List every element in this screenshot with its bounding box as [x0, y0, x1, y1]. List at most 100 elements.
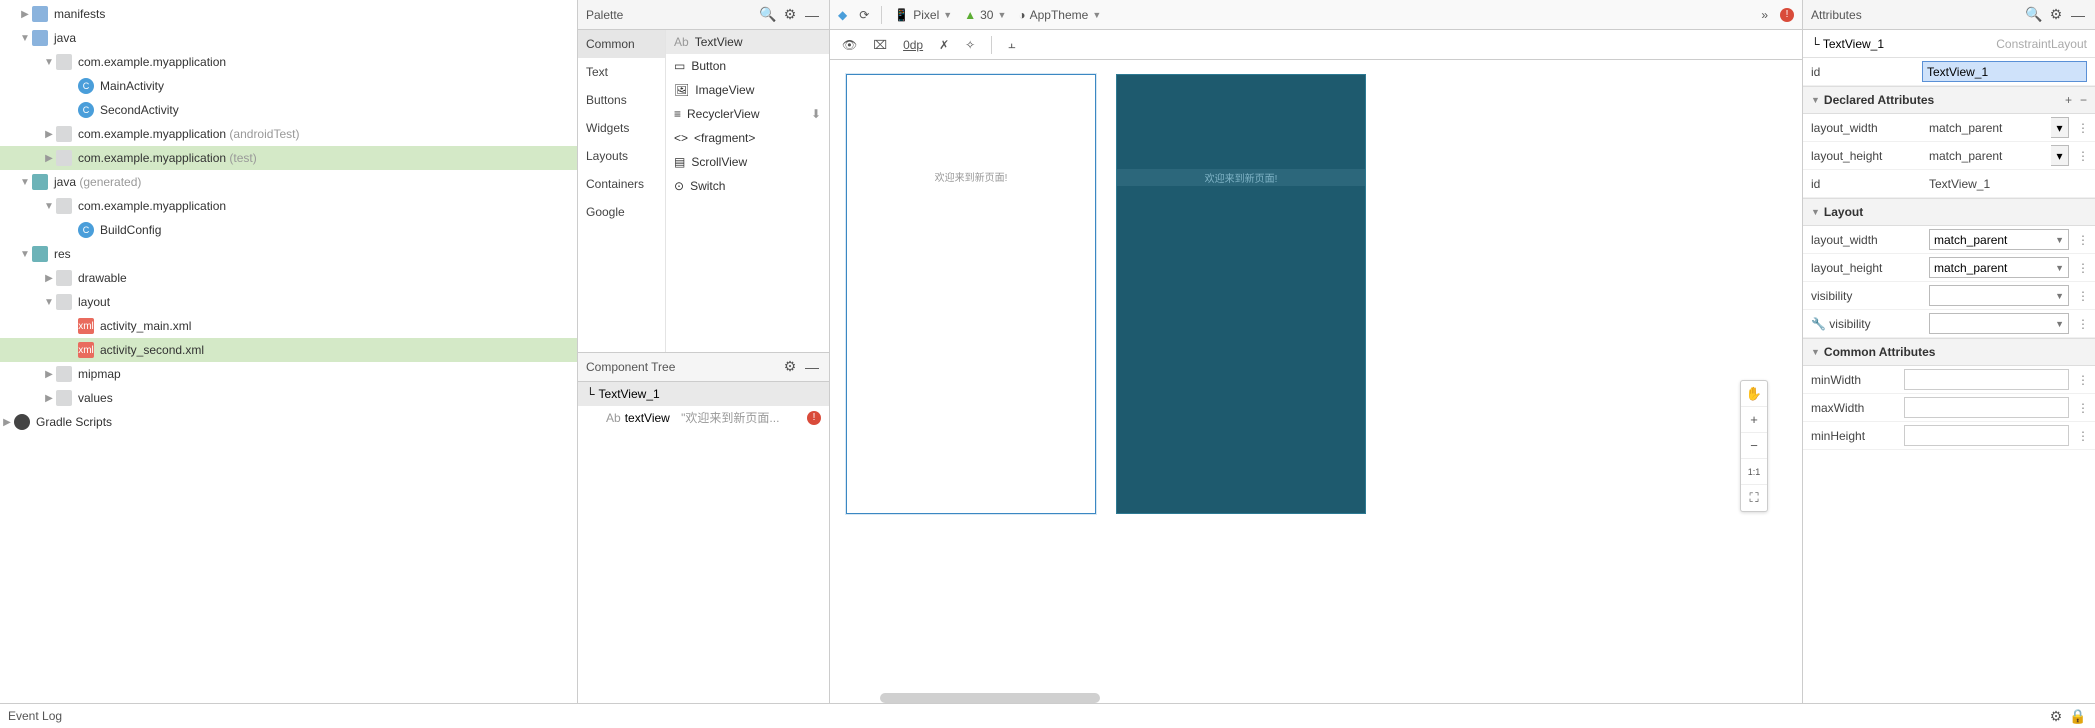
tree-item-androidtest[interactable]: ▶com.example.myapplication (androidTest): [0, 122, 577, 146]
chevron-right-icon[interactable]: ▶: [42, 129, 56, 140]
more-icon[interactable]: ⋮: [2077, 373, 2087, 387]
search-icon[interactable]: 🔍: [759, 6, 777, 24]
chevron-down-icon[interactable]: ▼: [18, 33, 32, 44]
more-icon[interactable]: ⋮: [2077, 121, 2087, 135]
more-icon[interactable]: ⋮: [2077, 401, 2087, 415]
dropdown-icon[interactable]: ▾: [2051, 117, 2069, 138]
tree-item-gradle-scripts[interactable]: ▶Gradle Scripts: [0, 410, 577, 434]
tree-item-manifests[interactable]: ▶manifests: [0, 2, 577, 26]
event-log-button[interactable]: Event Log: [8, 709, 62, 723]
component-tree-child[interactable]: AbtextView "欢迎来到新页面...!: [578, 406, 829, 430]
tree-item-java-generated[interactable]: ▼java (generated): [0, 170, 577, 194]
chevron-down-icon[interactable]: ▼: [42, 201, 56, 212]
zoom-reset-icon[interactable]: 1:1: [1741, 459, 1767, 485]
attr-value[interactable]: match_parent: [1929, 149, 2043, 163]
palette-cat-google[interactable]: Google: [578, 198, 665, 226]
minimize-icon[interactable]: —: [803, 6, 821, 24]
tree-item-activity-second[interactable]: xmlactivity_second.xml: [0, 338, 577, 362]
status-gear-icon[interactable]: ⚙: [2047, 707, 2065, 725]
error-icon[interactable]: !: [807, 411, 821, 425]
tree-item-activity-main[interactable]: xmlactivity_main.xml: [0, 314, 577, 338]
palette-cat-common[interactable]: Common: [578, 30, 665, 58]
palette-item-recyclerview[interactable]: ≡RecyclerView⬇: [666, 102, 829, 126]
tree-item-package[interactable]: ▼com.example.myapplication: [0, 50, 577, 74]
error-badge-icon[interactable]: !: [1780, 8, 1794, 22]
palette-item-imageview[interactable]: 🖼ImageView: [666, 78, 829, 102]
tree-item-values[interactable]: ▶values: [0, 386, 577, 410]
magnet-icon[interactable]: ⌧: [873, 38, 887, 52]
component-tree[interactable]: └TextView_1 AbtextView "欢迎来到新页面...!: [578, 382, 829, 704]
chevron-right-icon[interactable]: ▶: [42, 369, 56, 380]
chevron-down-icon[interactable]: ▼: [18, 177, 32, 188]
chevron-right-icon[interactable]: ▶: [18, 9, 32, 20]
tree-item-res[interactable]: ▼res: [0, 242, 577, 266]
surface-select-icon[interactable]: ◆: [838, 8, 847, 22]
maxwidth-input[interactable]: [1904, 397, 2069, 418]
more-icon[interactable]: ⋮: [2077, 429, 2087, 443]
search-icon[interactable]: 🔍: [2025, 6, 2043, 24]
tree-item-secondactivity[interactable]: CSecondActivity: [0, 98, 577, 122]
palette-cat-buttons[interactable]: Buttons: [578, 86, 665, 114]
visibility-combo[interactable]: ▼: [1929, 285, 2069, 306]
tree-item-buildconfig[interactable]: CBuildConfig: [0, 218, 577, 242]
tree-item-gen-package[interactable]: ▼com.example.myapplication: [0, 194, 577, 218]
clear-constraints-icon[interactable]: ✗: [939, 38, 949, 52]
download-icon[interactable]: ⬇: [811, 107, 821, 121]
palette-item-textview[interactable]: AbTextView: [666, 30, 829, 54]
tree-item-mipmap[interactable]: ▶mipmap: [0, 362, 577, 386]
view-options-icon[interactable]: 👁: [842, 38, 857, 52]
add-attribute-icon[interactable]: +: [2065, 93, 2072, 107]
declared-attributes-section[interactable]: ▼Declared Attributes +−: [1803, 86, 2095, 114]
align-icon[interactable]: ⫠: [1008, 37, 1015, 52]
device-picker[interactable]: 📱Pixel▼: [894, 8, 952, 22]
layout-width-combo[interactable]: match_parent▼: [1929, 229, 2069, 250]
tools-visibility-combo[interactable]: ▼: [1929, 313, 2069, 334]
tree-item-drawable[interactable]: ▶drawable: [0, 266, 577, 290]
pan-icon[interactable]: ✋: [1741, 381, 1767, 407]
chevron-down-icon[interactable]: ▼: [42, 57, 56, 68]
gear-icon[interactable]: ⚙: [2047, 6, 2065, 24]
chevron-right-icon[interactable]: ▶: [42, 273, 56, 284]
attr-value[interactable]: TextView_1: [1929, 177, 2087, 191]
tree-item-mainactivity[interactable]: CMainActivity: [0, 74, 577, 98]
more-icon[interactable]: ⋮: [2077, 149, 2087, 163]
chevron-down-icon[interactable]: ▼: [18, 249, 32, 260]
textview-preview-blueprint[interactable]: 欢迎来到新页面!: [1117, 169, 1365, 186]
component-tree-root[interactable]: └TextView_1: [578, 382, 829, 406]
tree-item-java[interactable]: ▼java: [0, 26, 577, 50]
zoom-fit-icon[interactable]: ⛶: [1741, 485, 1767, 511]
palette-cat-widgets[interactable]: Widgets: [578, 114, 665, 142]
more-icon[interactable]: ⋮: [2077, 261, 2087, 275]
palette-item-fragment[interactable]: <><fragment>: [666, 126, 829, 150]
remove-attribute-icon[interactable]: −: [2080, 93, 2087, 107]
tree-item-unittest[interactable]: ▶com.example.myapplication (test): [0, 146, 577, 170]
palette-cat-containers[interactable]: Containers: [578, 170, 665, 198]
id-input[interactable]: [1922, 61, 2087, 82]
palette-item-scrollview[interactable]: ▤ScrollView: [666, 150, 829, 174]
palette-cat-layouts[interactable]: Layouts: [578, 142, 665, 170]
chevron-right-icon[interactable]: ▶: [0, 417, 14, 428]
status-lock-icon[interactable]: 🔒: [2069, 707, 2087, 725]
more-icon[interactable]: ⋮: [2077, 317, 2087, 331]
attr-value[interactable]: match_parent: [1929, 121, 2043, 135]
textview-preview[interactable]: 欢迎来到新页面!: [847, 169, 1095, 184]
chevron-down-icon[interactable]: ▼: [42, 297, 56, 308]
infer-constraints-icon[interactable]: ✧: [965, 38, 975, 52]
theme-picker[interactable]: ◑AppTheme▼: [1018, 8, 1101, 22]
zoom-out-icon[interactable]: −: [1741, 433, 1767, 459]
layout-section[interactable]: ▼Layout: [1803, 198, 2095, 226]
palette-cat-text[interactable]: Text: [578, 58, 665, 86]
minwidth-input[interactable]: [1904, 369, 2069, 390]
palette-item-button[interactable]: ▭Button: [666, 54, 829, 78]
project-tree[interactable]: ▶manifests ▼java ▼com.example.myapplicat…: [0, 0, 578, 703]
layout-height-combo[interactable]: match_parent▼: [1929, 257, 2069, 278]
gear-icon[interactable]: ⚙: [781, 6, 799, 24]
minimize-icon[interactable]: —: [2069, 6, 2087, 24]
minimize-icon[interactable]: —: [803, 358, 821, 376]
dropdown-icon[interactable]: ▾: [2051, 145, 2069, 166]
palette-item-switch[interactable]: ⊙Switch: [666, 174, 829, 198]
chevron-right-icon[interactable]: ▶: [42, 153, 56, 164]
horizontal-scrollbar[interactable]: [880, 693, 1100, 703]
chevron-right-icon[interactable]: ▶: [42, 393, 56, 404]
common-attributes-section[interactable]: ▼Common Attributes: [1803, 338, 2095, 366]
